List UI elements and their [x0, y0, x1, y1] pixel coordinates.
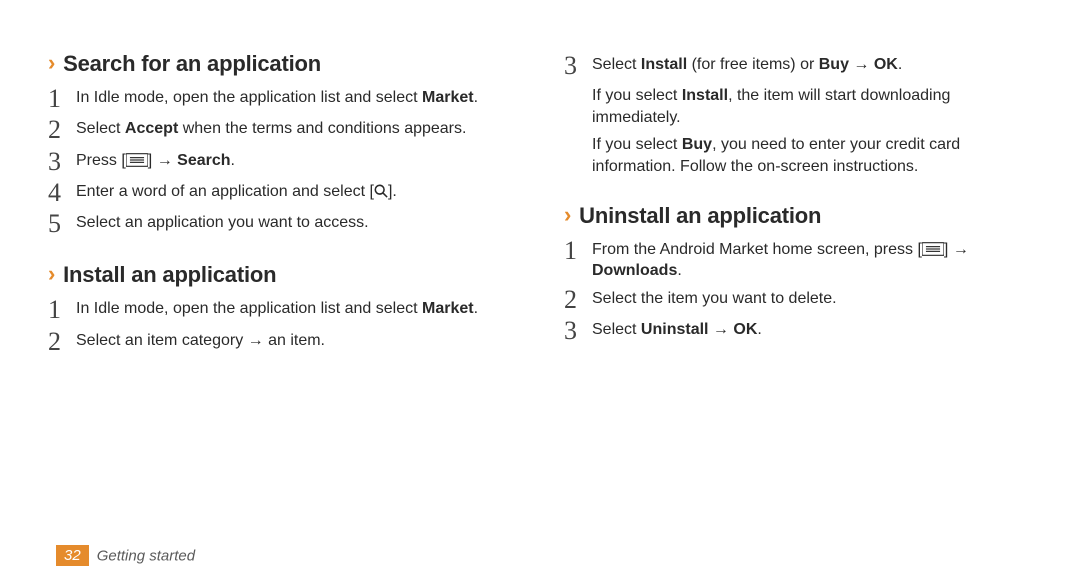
uninstall-step-3: 3 Select Uninstall → OK.: [564, 319, 1032, 344]
bold-market: Market: [422, 89, 474, 106]
step-number: 2: [48, 116, 76, 143]
step-body: Enter a word of an application and selec…: [76, 181, 516, 203]
chevron-icon: ›: [564, 202, 571, 227]
step-number: 1: [48, 296, 76, 323]
text: In Idle mode, open the application list …: [76, 300, 422, 317]
text: .: [898, 56, 902, 73]
text: .: [757, 321, 761, 338]
text: →: [849, 56, 874, 73]
heading-uninstall: › Uninstall an application: [564, 202, 1032, 229]
menu-icon: [922, 241, 944, 255]
text: .: [677, 262, 681, 279]
heading-search: › Search for an application: [48, 50, 516, 77]
search-step-4: 4 Enter a word of an application and sel…: [48, 181, 516, 206]
text: .: [231, 152, 235, 169]
step-body: In Idle mode, open the application list …: [76, 87, 516, 109]
step-body: Select an application you want to access…: [76, 212, 516, 234]
bold-search: Search: [177, 152, 230, 169]
text: Press [: [76, 152, 126, 169]
step-number: 1: [564, 237, 592, 264]
step-number: 2: [48, 328, 76, 355]
bold-install: Install: [682, 87, 728, 104]
step-number: 4: [48, 179, 76, 206]
bold-ok: OK: [733, 321, 757, 338]
step-body: Select the item you want to delete.: [592, 288, 1032, 310]
text: Select: [592, 321, 641, 338]
step-body: Select an item category → an item.: [76, 330, 516, 352]
bold-install: Install: [641, 56, 687, 73]
text: In Idle mode, open the application list …: [76, 89, 422, 106]
step-number: 3: [48, 148, 76, 175]
install-step-3: 3 Select Install (for free items) or Buy…: [564, 54, 1032, 79]
text: .: [474, 300, 478, 317]
step-number: 2: [564, 286, 592, 313]
page-footer: 32 Getting started: [56, 545, 195, 566]
text: From the Android Market home screen, pre…: [592, 241, 922, 258]
page-number-badge: 32: [56, 545, 89, 566]
text: If you select: [592, 136, 682, 153]
search-step-1: 1 In Idle mode, open the application lis…: [48, 87, 516, 112]
text: ] →: [944, 241, 969, 258]
right-column: 3 Select Install (for free items) or Buy…: [564, 32, 1032, 361]
chevron-icon: ›: [48, 261, 55, 286]
search-step-5: 5 Select an application you want to acce…: [48, 212, 516, 237]
bold-ok: OK: [874, 56, 898, 73]
bold-accept: Accept: [125, 120, 178, 137]
page: › Search for an application 1 In Idle mod…: [0, 0, 1080, 586]
menu-icon: [126, 152, 148, 166]
text: Select: [76, 120, 125, 137]
install-step-2: 2 Select an item category → an item.: [48, 330, 516, 355]
step-body: Press [ ] → Search.: [76, 150, 516, 172]
heading-install: › Install an application: [48, 261, 516, 288]
step-number: 5: [48, 210, 76, 237]
step-number: 1: [48, 85, 76, 112]
text: .: [474, 89, 478, 106]
install-step-1: 1 In Idle mode, open the application lis…: [48, 298, 516, 323]
bold-uninstall: Uninstall: [641, 321, 709, 338]
step-body: In Idle mode, open the application list …: [76, 298, 516, 320]
text: ].: [388, 183, 397, 200]
chevron-icon: ›: [48, 50, 55, 75]
step-body: Select Accept when the terms and conditi…: [76, 118, 516, 140]
two-column-layout: › Search for an application 1 In Idle mod…: [48, 32, 1032, 361]
search-step-2: 2 Select Accept when the terms and condi…: [48, 118, 516, 143]
search-icon: [374, 183, 388, 197]
heading-uninstall-text: Uninstall an application: [579, 203, 821, 228]
step-body: Select Install (for free items) or Buy →…: [592, 54, 1032, 76]
step-number: 3: [564, 52, 592, 79]
step-body: From the Android Market home screen, pre…: [592, 239, 1032, 282]
text: Enter a word of an application and selec…: [76, 183, 374, 200]
bold-buy: Buy: [819, 56, 849, 73]
uninstall-step-2: 2 Select the item you want to delete.: [564, 288, 1032, 313]
bold-buy: Buy: [682, 136, 712, 153]
text: Select: [592, 56, 641, 73]
text: If you select: [592, 87, 682, 104]
text: ] →: [148, 152, 177, 169]
heading-install-text: Install an application: [63, 262, 276, 287]
bold-market: Market: [422, 300, 474, 317]
bold-downloads: Downloads: [592, 262, 677, 279]
text: →: [708, 321, 733, 338]
step-body: Select Uninstall → OK.: [592, 319, 1032, 341]
text: when the terms and conditions appears.: [178, 120, 466, 137]
install-note-install: If you select Install, the item will sta…: [592, 85, 1032, 128]
text: (for free items) or: [687, 56, 819, 73]
left-column: › Search for an application 1 In Idle mod…: [48, 32, 516, 361]
search-step-3: 3 Press [ ] → Search.: [48, 150, 516, 175]
heading-search-text: Search for an application: [63, 51, 321, 76]
footer-section-name: Getting started: [97, 547, 195, 564]
install-note-buy: If you select Buy, you need to enter you…: [592, 134, 1032, 177]
uninstall-step-1: 1 From the Android Market home screen, p…: [564, 239, 1032, 282]
step-number: 3: [564, 317, 592, 344]
